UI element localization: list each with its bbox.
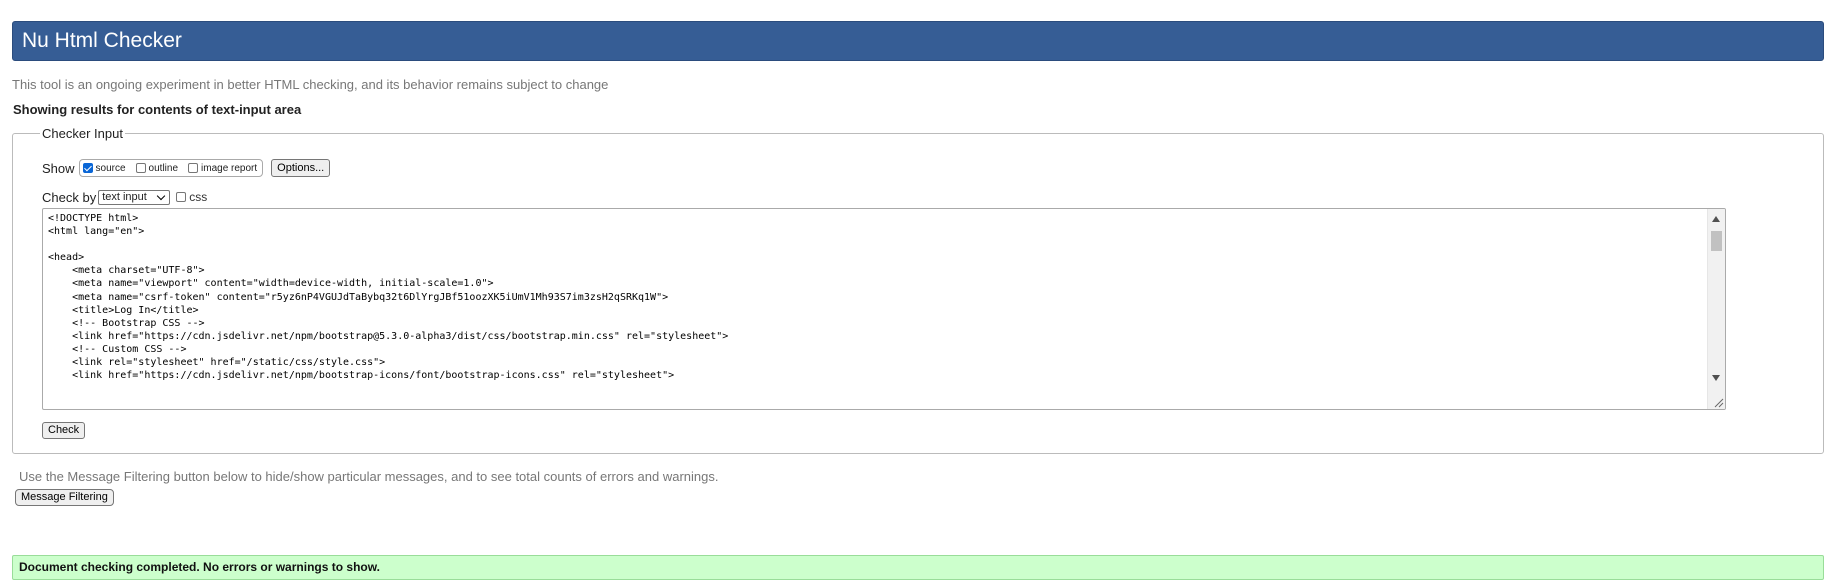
image-report-checkbox[interactable] bbox=[188, 163, 199, 173]
outline-checkbox[interactable] bbox=[135, 163, 146, 173]
scrollbar-thumb[interactable] bbox=[1711, 231, 1722, 251]
show-label: Show bbox=[42, 160, 75, 176]
css-option[interactable]: css bbox=[176, 190, 207, 204]
filter-note: Use the Message Filtering button below t… bbox=[19, 469, 719, 484]
outline-label: outline bbox=[148, 162, 179, 174]
source-textarea[interactable]: <!DOCTYPE html> <html lang="en"> <head> … bbox=[42, 208, 1726, 410]
show-options-group: source outline image report bbox=[78, 159, 264, 177]
check-by-label: Check by bbox=[42, 189, 97, 205]
status-message: Document checking completed. No errors o… bbox=[12, 555, 1824, 580]
css-label: css bbox=[189, 190, 208, 204]
tagline: This tool is an ongoing experiment in be… bbox=[12, 77, 609, 92]
message-filtering-button[interactable]: Message Filtering bbox=[15, 489, 114, 506]
check-by-value: text input bbox=[102, 191, 147, 203]
triangle-up-icon[interactable] bbox=[1712, 216, 1720, 222]
source-label: source bbox=[95, 162, 126, 174]
triangle-down-icon[interactable] bbox=[1712, 375, 1720, 381]
show-options-row: Show source outline image report Options… bbox=[42, 158, 331, 178]
show-source-option[interactable]: source bbox=[82, 162, 126, 174]
check-by-row: Check by text input css bbox=[42, 189, 207, 205]
chevron-down-icon bbox=[156, 191, 166, 200]
css-checkbox[interactable] bbox=[176, 192, 187, 202]
source-checkbox[interactable] bbox=[82, 163, 93, 173]
textarea-scrollbar[interactable] bbox=[1707, 209, 1725, 409]
source-code: <!DOCTYPE html> <html lang="en"> <head> … bbox=[48, 213, 729, 382]
resize-grip-icon[interactable] bbox=[1712, 396, 1724, 408]
checker-input-legend: Checker Input bbox=[42, 126, 123, 141]
page-title: Nu Html Checker bbox=[22, 29, 182, 52]
header-bar: Nu Html Checker bbox=[12, 21, 1824, 61]
image-report-label: image report bbox=[201, 162, 258, 174]
show-outline-option[interactable]: outline bbox=[135, 162, 179, 174]
show-image-report-option[interactable]: image report bbox=[188, 163, 257, 174]
options-button[interactable]: Options... bbox=[271, 159, 331, 177]
check-button[interactable]: Check bbox=[42, 422, 86, 439]
check-by-select[interactable]: text input bbox=[98, 189, 171, 205]
results-heading: Showing results for contents of text-inp… bbox=[13, 102, 302, 117]
